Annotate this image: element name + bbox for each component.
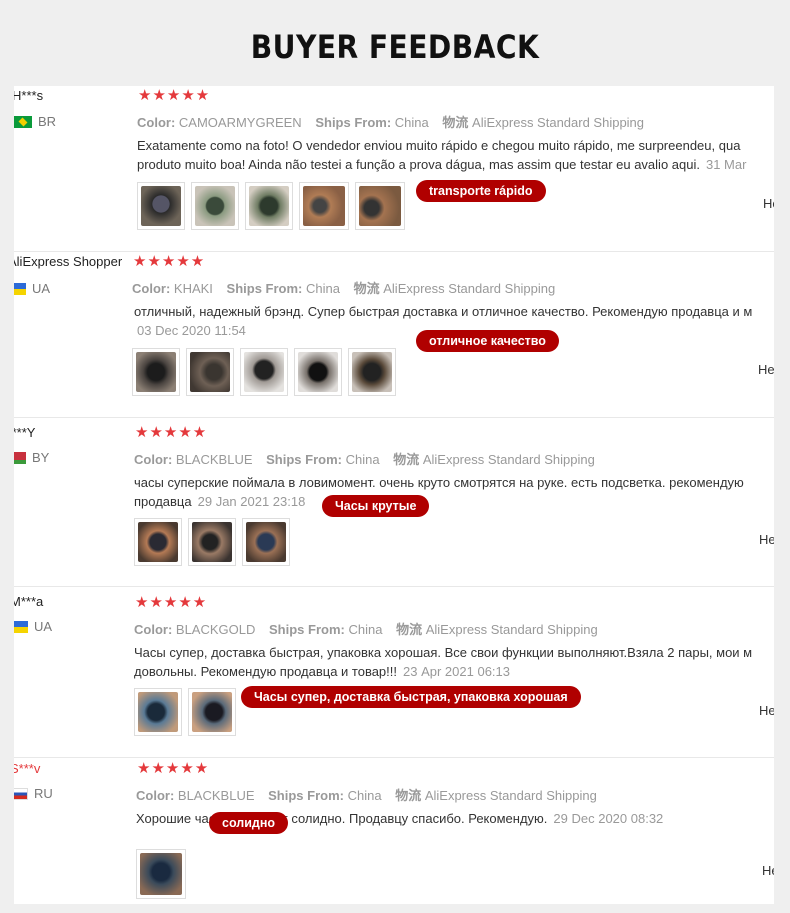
photo-thumbnail[interactable] [134, 518, 182, 566]
photo-thumbnail[interactable] [299, 182, 349, 230]
review-item: H***s BR ★★★★★ Color: CAMOARMYGREEN Ship… [14, 86, 774, 252]
order-info: Color: BLACKBLUE Ships From: China 物流 Al… [136, 788, 597, 803]
buyer-country: RU [14, 786, 53, 801]
buyer-country: UA [14, 281, 50, 296]
photo-thumbnail[interactable] [188, 688, 236, 736]
review-tag: солидно [209, 812, 289, 834]
helpful-button[interactable]: Не [758, 362, 774, 377]
review-tag: transporte rápido [416, 180, 546, 202]
page-title: BUYER FEEDBACK [250, 28, 540, 66]
review-tag: Часы супер, доставка быстрая, упаковка х… [241, 686, 581, 708]
star-rating: ★★★★★ [135, 594, 208, 611]
review-photos [136, 849, 186, 899]
buyer-name: .***Y [14, 425, 36, 440]
review-text: Часы супер, доставка быстрая, упаковка х… [134, 645, 753, 679]
review-photos [132, 348, 396, 396]
order-info: Color: BLACKGOLD Ships From: China 物流 Al… [134, 622, 598, 637]
review-text: часы суперские поймала в ловимомент. оче… [134, 475, 744, 509]
review-photos [137, 182, 405, 230]
review-tag: Часы крутые [322, 495, 430, 517]
review-item: M***a UA ★★★★★ Color: BLACKGOLD Ships Fr… [14, 587, 774, 758]
star-rating: ★★★★★ [137, 760, 210, 777]
star-rating: ★★★★★ [135, 424, 208, 441]
star-rating: ★★★★★ [133, 253, 206, 270]
review-date: 29 Jan 2021 23:18 [197, 494, 306, 509]
photo-thumbnail[interactable] [245, 182, 293, 230]
buyer-country: BY [14, 450, 49, 465]
review-photos [134, 688, 236, 736]
helpful-button[interactable]: He [763, 196, 774, 211]
review-item: AliExpress Shopper UA ★★★★★ Color: KHAKI… [14, 252, 774, 418]
review-tag: отличное качество [416, 330, 559, 352]
buyer-name: M***a [14, 594, 44, 609]
buyer-name: H***s [14, 88, 44, 103]
star-rating: ★★★★★ [138, 87, 211, 104]
photo-thumbnail[interactable] [294, 348, 342, 396]
photo-thumbnail[interactable] [348, 348, 396, 396]
buyer-country: UA [14, 619, 52, 634]
photo-thumbnail[interactable] [134, 688, 182, 736]
photo-thumbnail[interactable] [186, 348, 234, 396]
helpful-button[interactable]: Не [759, 532, 774, 547]
photo-thumbnail[interactable] [136, 849, 186, 899]
review-photos [134, 518, 290, 566]
photo-thumbnail[interactable] [188, 518, 236, 566]
feedback-list: H***s BR ★★★★★ Color: CAMOARMYGREEN Ship… [14, 86, 774, 904]
flag-br-icon [14, 115, 32, 128]
photo-thumbnail[interactable] [355, 182, 405, 230]
review-date: 29 Dec 2020 08:32 [553, 811, 664, 826]
review-date: 23 Apr 2021 06:13 [403, 664, 510, 679]
helpful-button[interactable]: Не [759, 703, 774, 718]
review-text: Exatamente como na foto! O vendedor envi… [137, 138, 747, 172]
order-info: Color: CAMOARMYGREEN Ships From: China 物… [137, 115, 645, 130]
flag-by-icon [14, 451, 26, 464]
buyer-name: AliExpress Shopper [14, 254, 123, 269]
photo-thumbnail[interactable] [242, 518, 290, 566]
flag-ua-icon [14, 282, 26, 295]
flag-ua-icon [14, 620, 28, 633]
photo-thumbnail[interactable] [132, 348, 180, 396]
review-date: 03 Dec 2020 11:54 [137, 323, 246, 338]
photo-thumbnail[interactable] [191, 182, 239, 230]
flag-ru-icon [14, 787, 28, 800]
photo-thumbnail[interactable] [240, 348, 288, 396]
photo-thumbnail[interactable] [137, 182, 185, 230]
review-date: 31 Mar [705, 157, 747, 172]
buyer-name: S***v [14, 761, 41, 776]
review-item: S***v RU ★★★★★ Color: BLACKBLUE Ships Fr… [14, 758, 774, 904]
buyer-country: BR [14, 114, 56, 129]
order-info: Color: KHAKI Ships From: China 物流 AliExp… [132, 281, 556, 296]
helpful-button[interactable]: Не [762, 863, 774, 878]
review-item: .***Y BY ★★★★★ Color: BLACKBLUE Ships Fr… [14, 418, 774, 587]
order-info: Color: BLACKBLUE Ships From: China 物流 Al… [134, 452, 595, 467]
